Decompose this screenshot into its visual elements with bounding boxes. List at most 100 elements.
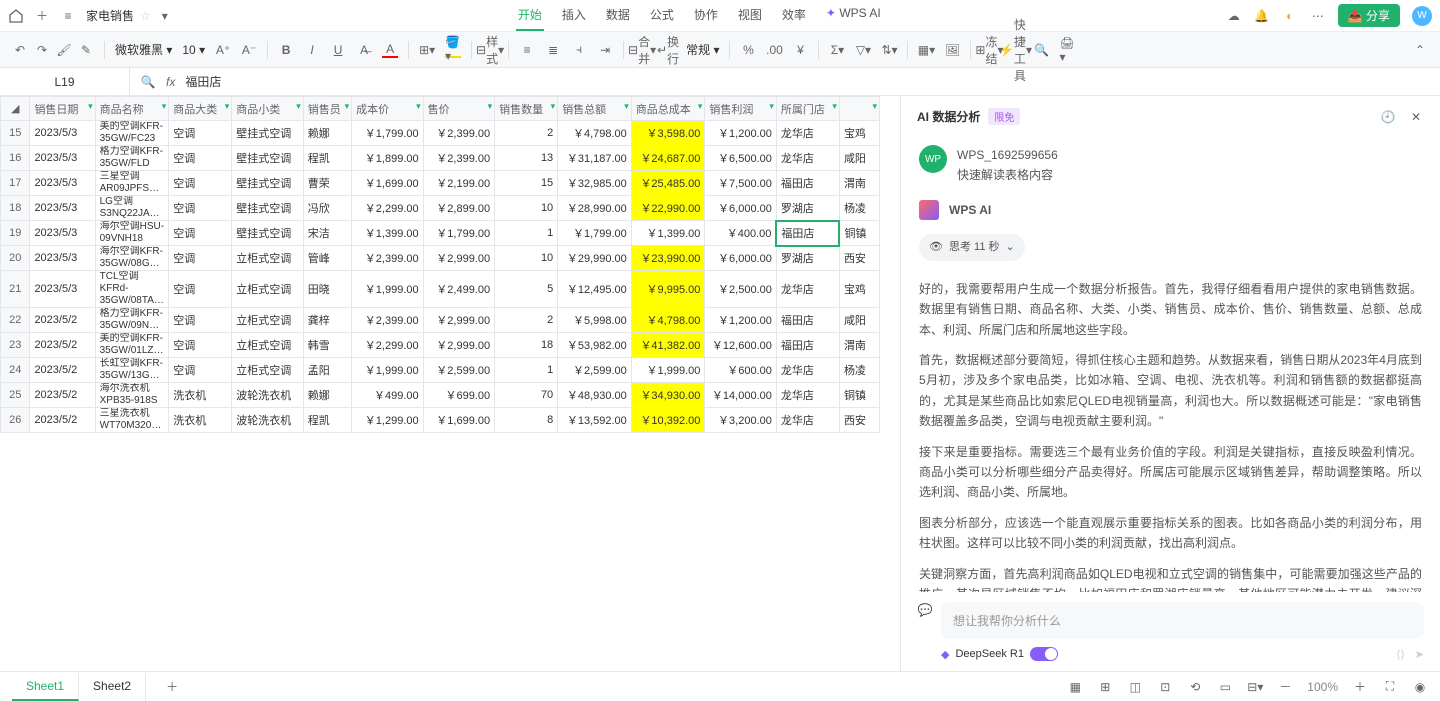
sort-icon[interactable]: ⇅▾: [881, 42, 897, 58]
cell[interactable]: ￥10,392.00: [631, 408, 705, 433]
add-sheet-icon[interactable]: ＋: [164, 679, 180, 695]
stat-icon[interactable]: ⊡: [1157, 679, 1173, 695]
filter-icon[interactable]: ▾: [88, 101, 93, 112]
cell[interactable]: 2023/5/2: [30, 358, 95, 383]
cell[interactable]: 2023/5/3: [30, 121, 95, 146]
cell[interactable]: 罗湖店: [776, 196, 839, 221]
cell[interactable]: ￥29,990.00: [558, 246, 632, 271]
decimal-icon[interactable]: .00: [766, 42, 782, 58]
font-dec-icon[interactable]: A⁻: [241, 42, 257, 58]
more-icon[interactable]: ⋯: [1310, 8, 1326, 24]
fullscreen-icon[interactable]: ⛶: [1382, 679, 1398, 695]
cell[interactable]: ￥2,299.00: [352, 333, 423, 358]
row-num[interactable]: 16: [1, 146, 30, 171]
cell[interactable]: ￥2,999.00: [423, 246, 494, 271]
cell[interactable]: 壁挂式空调: [232, 196, 303, 221]
cell[interactable]: ￥6,500.00: [705, 146, 776, 171]
cell[interactable]: ￥32,985.00: [558, 171, 632, 196]
bell-icon[interactable]: 🔔: [1254, 8, 1270, 24]
cell[interactable]: 空调: [169, 146, 232, 171]
cell[interactable]: 宋洁: [303, 221, 351, 246]
freeze-button[interactable]: ⊞冻结▾: [981, 42, 997, 58]
fx-icon[interactable]: fx: [166, 75, 175, 89]
style-icon[interactable]: ⊟ 样式▾: [482, 42, 498, 58]
cell[interactable]: 2: [495, 308, 558, 333]
cell[interactable]: ￥6,000.00: [705, 196, 776, 221]
row-num[interactable]: 18: [1, 196, 30, 221]
cell[interactable]: ￥28,990.00: [558, 196, 632, 221]
cell[interactable]: 立柜式空调: [232, 333, 303, 358]
cell[interactable]: 2023/5/2: [30, 408, 95, 433]
col-header[interactable]: ▾: [839, 97, 879, 121]
cell[interactable]: 空调: [169, 308, 232, 333]
cell[interactable]: ￥5,998.00: [558, 308, 632, 333]
cell[interactable]: 管峰: [303, 246, 351, 271]
cell[interactable]: 冯欣: [303, 196, 351, 221]
cell[interactable]: ￥1,999.00: [352, 271, 423, 308]
menu-tab-协作[interactable]: 协作: [692, 0, 720, 31]
cell[interactable]: 立柜式空调: [232, 308, 303, 333]
bold-icon[interactable]: B: [278, 42, 294, 58]
stat-icon[interactable]: ⟲: [1187, 679, 1203, 695]
cell[interactable]: 2023/5/2: [30, 333, 95, 358]
cell[interactable]: 龙华店: [776, 383, 839, 408]
cell[interactable]: 10: [495, 246, 558, 271]
cell[interactable]: 咸阳: [839, 308, 879, 333]
attach-icon[interactable]: ⟨⟩: [1396, 648, 1405, 661]
cell[interactable]: ￥600.00: [705, 358, 776, 383]
cell[interactable]: 空调: [169, 196, 232, 221]
cell[interactable]: ￥1,999.00: [631, 358, 705, 383]
cell[interactable]: ￥14,000.00: [705, 383, 776, 408]
filter-icon[interactable]: ▾: [624, 101, 629, 112]
cell[interactable]: 15: [495, 171, 558, 196]
cell[interactable]: 美的空调KFR-35GW/FC23: [95, 121, 169, 146]
filter-icon[interactable]: ▾: [345, 101, 350, 112]
cell[interactable]: 福田店: [776, 333, 839, 358]
fontcolor-icon[interactable]: A: [382, 42, 398, 58]
cell[interactable]: 韩雪: [303, 333, 351, 358]
cell[interactable]: ￥2,999.00: [423, 308, 494, 333]
col-header[interactable]: 商品名称▾: [95, 97, 169, 121]
cell[interactable]: 洗衣机: [169, 383, 232, 408]
cell[interactable]: 西安: [839, 246, 879, 271]
cell[interactable]: ￥25,485.00: [631, 171, 705, 196]
row-num[interactable]: 20: [1, 246, 30, 271]
cell[interactable]: 空调: [169, 271, 232, 308]
cell[interactable]: 1: [495, 221, 558, 246]
cell[interactable]: 13: [495, 146, 558, 171]
image-icon[interactable]: 🖼: [944, 42, 960, 58]
cell[interactable]: ￥34,930.00: [631, 383, 705, 408]
col-header[interactable]: 销售利润▾: [705, 97, 776, 121]
cell[interactable]: ￥2,999.00: [423, 333, 494, 358]
undo-icon[interactable]: ↶: [12, 42, 28, 58]
menu-tab-数据[interactable]: 数据: [604, 0, 632, 31]
cell[interactable]: 福田店: [776, 308, 839, 333]
zoom-out-icon[interactable]: －: [1277, 679, 1293, 695]
font-select[interactable]: 微软雅黑 ▾: [115, 41, 172, 58]
cell[interactable]: 波轮洗衣机: [232, 408, 303, 433]
col-header[interactable]: 销售总额▾: [558, 97, 632, 121]
print-icon[interactable]: 🖨▾: [1059, 42, 1075, 58]
cell[interactable]: 福田店: [776, 171, 839, 196]
cell[interactable]: 福田店: [776, 221, 839, 246]
cell[interactable]: 渭南: [839, 333, 879, 358]
cell[interactable]: 杨凌: [839, 196, 879, 221]
cell[interactable]: 曹荣: [303, 171, 351, 196]
filter-icon[interactable]: ▾: [225, 101, 230, 112]
border-icon[interactable]: ⊞▾: [419, 42, 435, 58]
col-header[interactable]: 商品总成本▾: [631, 97, 705, 121]
row-num[interactable]: 15: [1, 121, 30, 146]
cell[interactable]: ￥1,699.00: [423, 408, 494, 433]
cell[interactable]: ￥9,995.00: [631, 271, 705, 308]
cell[interactable]: TCL空调KFRd-35GW/08TAC22Y: [95, 271, 169, 308]
cell[interactable]: ￥2,299.00: [352, 196, 423, 221]
col-header[interactable]: 商品小类▾: [232, 97, 303, 121]
zoom-in-icon[interactable]: ＋: [1352, 679, 1368, 695]
cell[interactable]: 宝鸡: [839, 121, 879, 146]
cell[interactable]: ￥2,599.00: [558, 358, 632, 383]
menu-tab-视图[interactable]: 视图: [736, 0, 764, 31]
row-num[interactable]: 17: [1, 171, 30, 196]
cell[interactable]: ￥22,990.00: [631, 196, 705, 221]
filter-icon[interactable]: ▾: [162, 101, 167, 112]
col-header[interactable]: 销售日期▾: [30, 97, 95, 121]
